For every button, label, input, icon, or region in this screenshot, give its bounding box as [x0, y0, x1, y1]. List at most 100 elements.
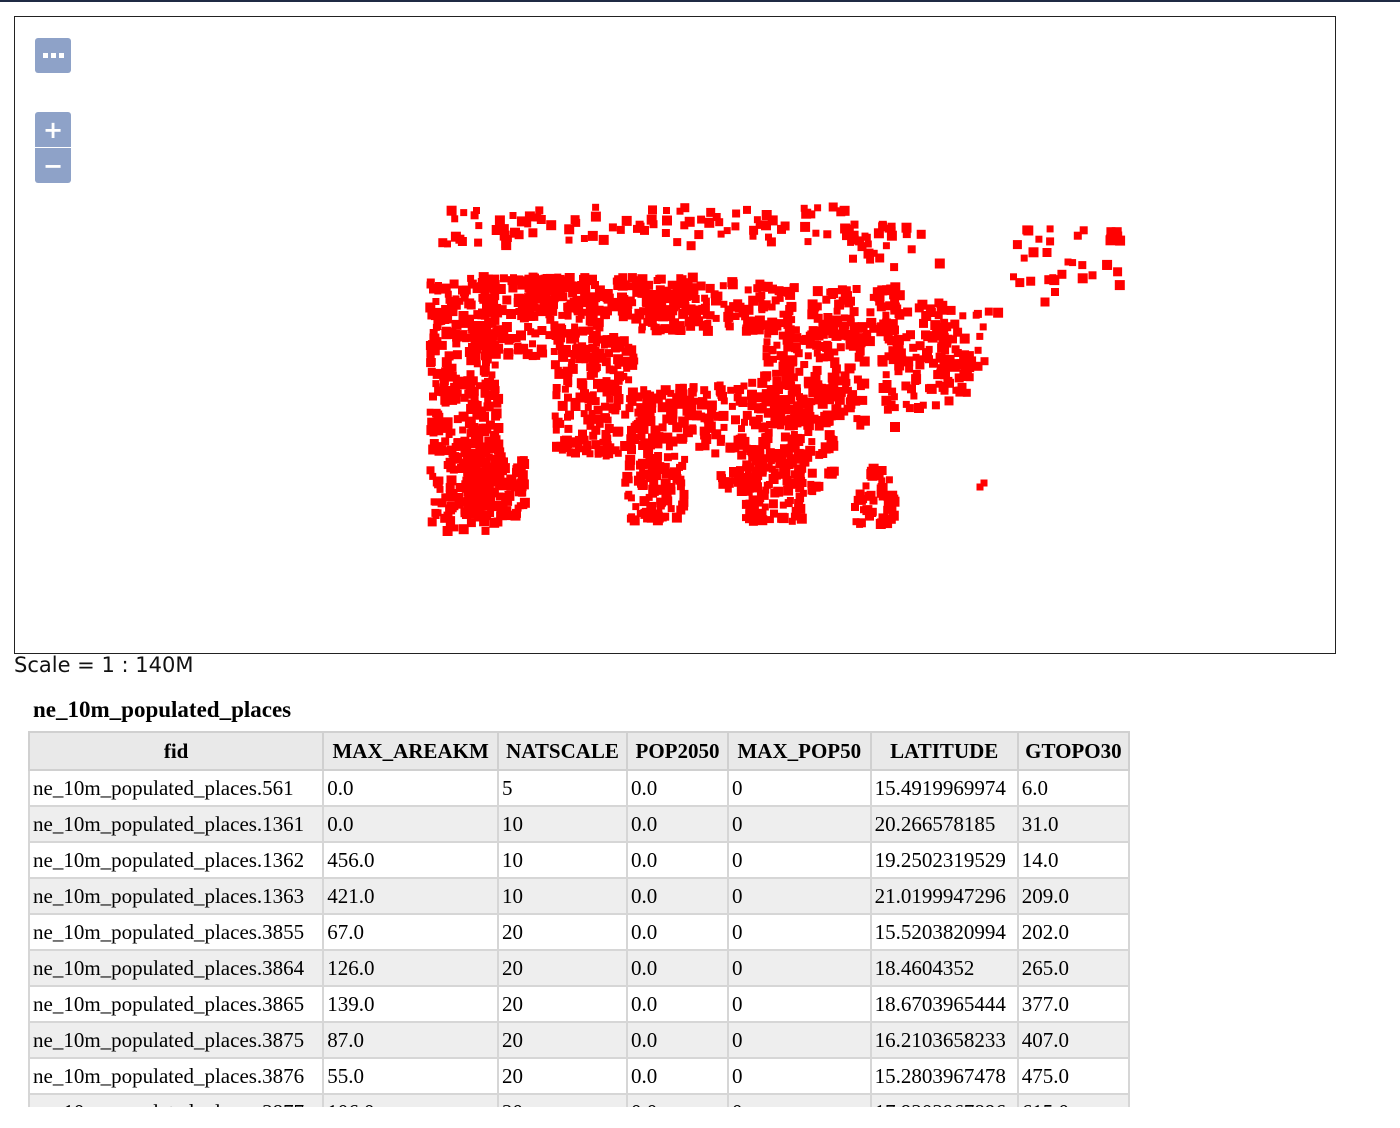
place-marker[interactable]	[500, 224, 509, 233]
place-marker[interactable]	[647, 317, 657, 327]
place-marker[interactable]	[755, 293, 765, 303]
place-marker[interactable]	[821, 390, 830, 399]
place-marker[interactable]	[691, 287, 699, 295]
place-marker[interactable]	[973, 309, 982, 318]
place-marker[interactable]	[558, 292, 568, 302]
place-marker[interactable]	[627, 462, 635, 469]
place-marker[interactable]	[846, 318, 855, 327]
place-marker[interactable]	[852, 285, 861, 293]
place-marker[interactable]	[426, 355, 435, 363]
place-marker[interactable]	[769, 385, 780, 395]
place-marker[interactable]	[824, 430, 835, 441]
place-marker[interactable]	[667, 389, 675, 397]
place-marker[interactable]	[618, 312, 628, 322]
place-marker[interactable]	[637, 458, 648, 469]
place-marker[interactable]	[786, 458, 794, 466]
place-marker[interactable]	[980, 479, 988, 487]
place-marker[interactable]	[823, 340, 832, 349]
place-marker[interactable]	[689, 384, 698, 393]
place-marker[interactable]	[593, 307, 601, 315]
place-marker[interactable]	[516, 502, 524, 510]
place-marker[interactable]	[940, 386, 949, 395]
place-marker[interactable]	[594, 450, 602, 458]
place-marker[interactable]	[668, 415, 678, 425]
place-marker[interactable]	[715, 218, 724, 227]
place-marker[interactable]	[812, 286, 823, 297]
place-marker[interactable]	[816, 416, 824, 423]
place-marker[interactable]	[742, 514, 749, 522]
place-marker[interactable]	[609, 366, 618, 375]
place-marker[interactable]	[693, 316, 704, 327]
place-marker[interactable]	[564, 413, 571, 421]
place-marker[interactable]	[673, 238, 682, 247]
place-marker[interactable]	[1028, 247, 1039, 258]
place-marker[interactable]	[593, 378, 603, 389]
place-marker[interactable]	[442, 526, 453, 536]
place-marker[interactable]	[746, 448, 754, 455]
place-marker[interactable]	[723, 227, 731, 235]
place-marker[interactable]	[702, 325, 713, 336]
place-marker[interactable]	[761, 210, 772, 220]
place-marker[interactable]	[882, 311, 890, 319]
place-marker[interactable]	[700, 414, 709, 423]
place-marker[interactable]	[856, 421, 865, 430]
place-marker[interactable]	[711, 295, 721, 306]
place-marker[interactable]	[691, 295, 700, 303]
place-marker[interactable]	[1051, 288, 1059, 296]
place-marker[interactable]	[912, 353, 920, 361]
place-marker[interactable]	[941, 346, 950, 355]
place-marker[interactable]	[706, 207, 716, 217]
place-marker[interactable]	[626, 395, 634, 403]
place-marker[interactable]	[718, 480, 727, 489]
place-marker[interactable]	[575, 392, 586, 403]
place-marker[interactable]	[493, 435, 501, 443]
place-marker[interactable]	[491, 361, 499, 369]
place-marker[interactable]	[760, 371, 771, 382]
place-marker[interactable]	[651, 309, 659, 317]
place-marker[interactable]	[954, 373, 964, 383]
place-marker[interactable]	[800, 221, 811, 232]
place-marker[interactable]	[838, 296, 847, 305]
place-marker[interactable]	[595, 419, 604, 428]
place-marker[interactable]	[878, 477, 886, 485]
place-marker[interactable]	[925, 345, 933, 353]
place-marker[interactable]	[748, 516, 758, 526]
place-marker[interactable]	[827, 372, 838, 383]
place-marker[interactable]	[546, 315, 555, 324]
place-marker[interactable]	[674, 398, 685, 409]
place-marker[interactable]	[438, 238, 448, 248]
place-marker[interactable]	[601, 430, 611, 439]
place-marker[interactable]	[764, 323, 773, 332]
place-marker[interactable]	[564, 424, 573, 433]
place-marker[interactable]	[494, 468, 502, 476]
place-marker[interactable]	[812, 229, 820, 237]
place-marker[interactable]	[716, 381, 724, 389]
place-marker[interactable]	[1022, 225, 1032, 235]
place-marker[interactable]	[911, 374, 922, 385]
place-marker[interactable]	[725, 442, 736, 453]
place-marker[interactable]	[431, 508, 440, 517]
place-marker[interactable]	[480, 512, 488, 520]
place-marker[interactable]	[633, 475, 644, 486]
place-marker[interactable]	[794, 499, 804, 508]
place-marker[interactable]	[950, 319, 960, 329]
place-marker[interactable]	[602, 452, 610, 460]
place-marker[interactable]	[826, 410, 834, 418]
place-marker[interactable]	[462, 510, 471, 519]
place-marker[interactable]	[675, 475, 685, 485]
place-marker[interactable]	[632, 503, 640, 511]
place-marker[interactable]	[613, 277, 621, 285]
place-marker[interactable]	[959, 312, 967, 320]
table-row[interactable]: ne_10m_populated_places.1361 0.0 10 0.0 0 20.…	[28, 805, 1130, 843]
place-marker[interactable]	[679, 489, 689, 499]
place-marker[interactable]	[438, 389, 446, 397]
place-marker[interactable]	[894, 290, 905, 301]
place-marker[interactable]	[866, 319, 875, 328]
place-marker[interactable]	[780, 432, 790, 442]
table-row[interactable]: ne_10m_populated_places.3864 126.0 20 0.0 0 1…	[28, 949, 1130, 987]
place-marker[interactable]	[744, 286, 752, 294]
place-marker[interactable]	[745, 464, 753, 472]
place-marker[interactable]	[485, 496, 496, 507]
place-marker[interactable]	[944, 379, 952, 387]
feature-table-container[interactable]: fid MAX_AREAKM NATSCALE POP2050 MAX_POP5…	[28, 731, 1130, 1107]
